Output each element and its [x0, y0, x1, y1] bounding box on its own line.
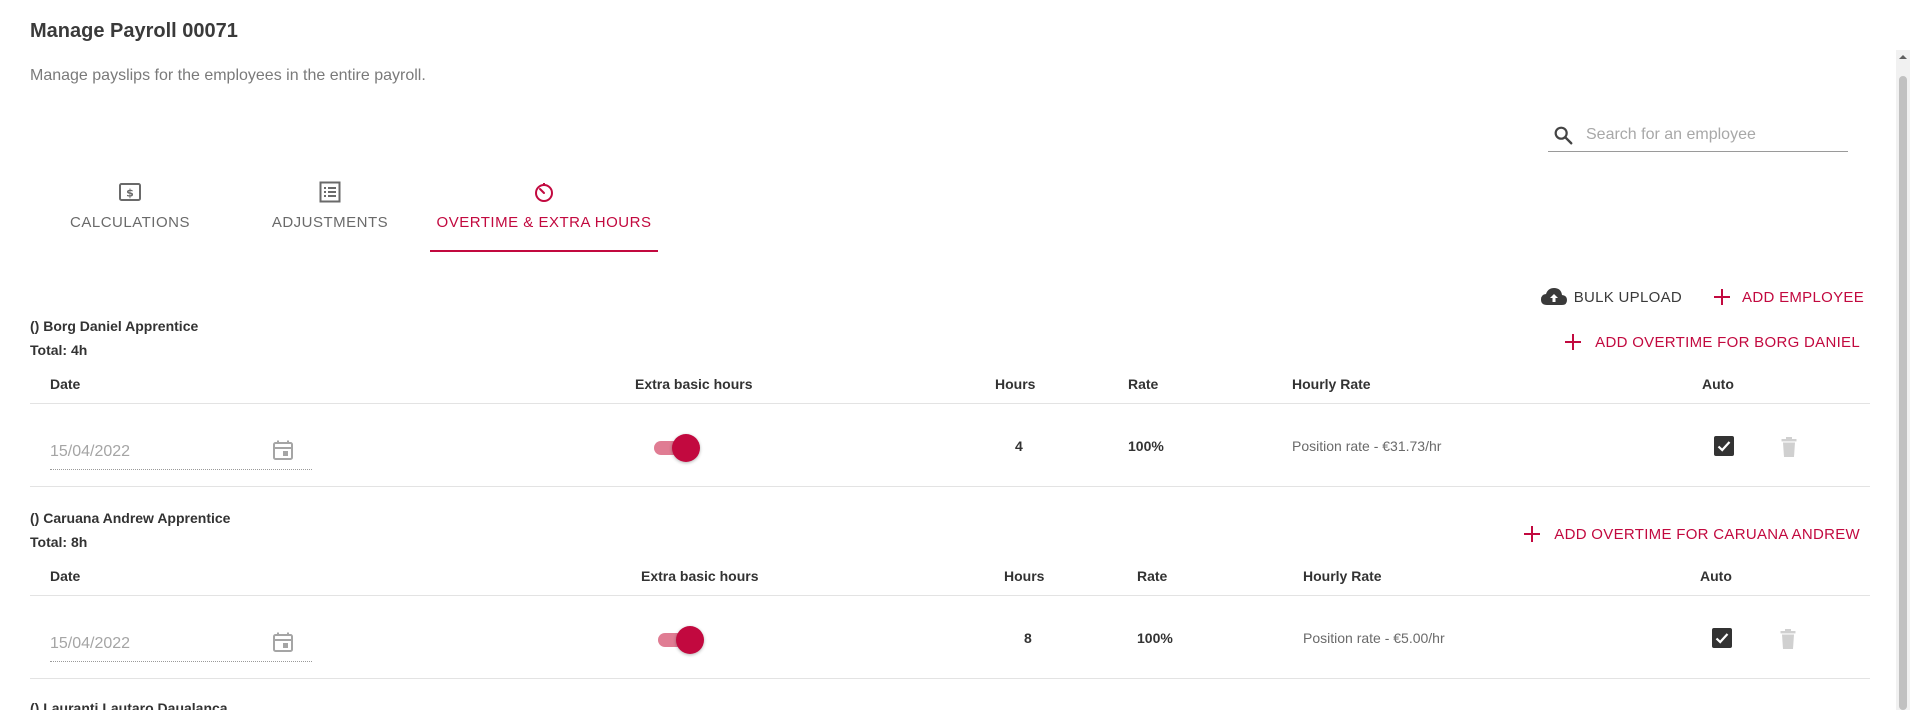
delete-icon[interactable]: [1777, 627, 1799, 651]
col-auto: Auto: [1700, 568, 1732, 584]
employee-section: () Caruana Andrew Apprentice Total: 8h A…: [30, 510, 1870, 679]
col-extra-basic-hours: Extra basic hours: [635, 376, 753, 392]
add-overtime-label: ADD OVERTIME FOR CARUANA ANDREW: [1554, 525, 1860, 543]
add-employee-label: ADD EMPLOYEE: [1742, 288, 1864, 306]
hourly-rate-value: Position rate - €5.00/hr: [1303, 630, 1445, 646]
plus-icon: [1518, 522, 1546, 546]
table-header: Date Extra basic hours Hours Rate Hourly…: [30, 566, 1870, 596]
tab-calculations[interactable]: $ CALCULATIONS: [30, 172, 230, 252]
extra-basic-hours-toggle[interactable]: [656, 626, 704, 654]
date-field[interactable]: [50, 619, 312, 662]
col-rate: Rate: [1128, 376, 1159, 392]
col-hourly-rate: Hourly Rate: [1303, 568, 1382, 584]
hours-value: 8: [1024, 630, 1032, 646]
date-input[interactable]: [50, 635, 250, 653]
employee-name: () Lauranti Lautaro Daualanca: [30, 700, 228, 710]
col-hours: Hours: [1004, 568, 1045, 584]
tab-calculations-label: CALCULATIONS: [70, 214, 190, 231]
page-title: Manage Payroll 00071: [30, 20, 238, 42]
table-row: 4 100% Position rate - €31.73/hr: [30, 405, 1870, 487]
calendar-icon[interactable]: [272, 439, 296, 463]
plus-icon: [1559, 330, 1587, 354]
timer-icon: [533, 180, 555, 204]
cloud-upload-icon: [1540, 285, 1568, 309]
hourly-rate-value: Position rate - €31.73/hr: [1292, 438, 1442, 454]
tab-overtime-label: OVERTIME & EXTRA HOURS: [436, 214, 652, 231]
auto-checkbox[interactable]: [1714, 436, 1734, 456]
table-row: 8 100% Position rate - €5.00/hr: [30, 597, 1870, 679]
scrollbar-thumb[interactable]: [1899, 76, 1907, 710]
col-extra-basic-hours: Extra basic hours: [641, 568, 759, 584]
page-actions: BULK UPLOAD ADD EMPLOYEE: [1540, 285, 1864, 309]
tab-adjustments[interactable]: ADJUSTMENTS: [230, 172, 430, 252]
dollar-bill-icon: $: [118, 180, 142, 204]
col-hours: Hours: [995, 376, 1036, 392]
page-subtitle: Manage payslips for the employees in the…: [30, 67, 426, 84]
extra-basic-hours-toggle[interactable]: [652, 434, 700, 462]
col-rate: Rate: [1137, 568, 1168, 584]
add-employee-button[interactable]: ADD EMPLOYEE: [1708, 285, 1864, 309]
rate-value: 100%: [1128, 438, 1164, 454]
search-input[interactable]: [1586, 125, 1836, 144]
add-overtime-label: ADD OVERTIME FOR BORG DANIEL: [1595, 333, 1860, 351]
tab-adjustments-label: ADJUSTMENTS: [271, 214, 389, 231]
hours-value: 4: [1015, 438, 1023, 454]
list-icon: [319, 180, 341, 204]
add-overtime-button[interactable]: ADD OVERTIME FOR CARUANA ANDREW: [1518, 522, 1860, 546]
plus-icon: [1708, 285, 1736, 309]
table-header: Date Extra basic hours Hours Rate Hourly…: [30, 374, 1870, 404]
col-hourly-rate: Hourly Rate: [1292, 376, 1371, 392]
calendar-icon[interactable]: [272, 631, 296, 655]
search-icon: [1550, 122, 1576, 148]
employee-section: () Borg Daniel Apprentice Total: 4h ADD …: [30, 318, 1870, 487]
date-field[interactable]: [50, 427, 312, 470]
tab-bar: $ CALCULATIONS ADJUSTMENTS OVERTIME & EX…: [30, 172, 658, 252]
tab-overtime-extra-hours[interactable]: OVERTIME & EXTRA HOURS: [430, 172, 658, 252]
add-overtime-button[interactable]: ADD OVERTIME FOR BORG DANIEL: [1559, 330, 1860, 354]
col-auto: Auto: [1702, 376, 1734, 392]
employee-search: [1548, 118, 1848, 152]
scroll-up-arrow-icon[interactable]: [1898, 52, 1908, 62]
auto-checkbox[interactable]: [1712, 628, 1732, 648]
svg-text:$: $: [126, 187, 134, 200]
date-input[interactable]: [50, 443, 250, 461]
rate-value: 100%: [1137, 630, 1173, 646]
toggle-knob: [676, 626, 704, 654]
col-date: Date: [50, 568, 81, 584]
page-scrollbar[interactable]: [1896, 50, 1910, 710]
toggle-knob: [672, 434, 700, 462]
payroll-page: Manage Payroll 00071 Manage payslips for…: [30, 0, 1880, 710]
delete-icon[interactable]: [1778, 435, 1800, 459]
bulk-upload-label: BULK UPLOAD: [1573, 288, 1683, 306]
bulk-upload-button[interactable]: BULK UPLOAD: [1540, 285, 1682, 309]
col-date: Date: [50, 376, 81, 392]
